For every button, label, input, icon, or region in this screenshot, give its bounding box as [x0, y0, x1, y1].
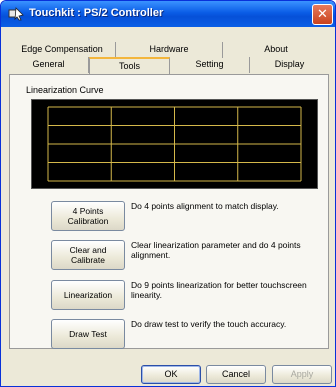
cancel-button[interactable]: Cancel: [206, 365, 266, 384]
tab-edge-compensation[interactable]: Edge Compensation: [9, 42, 116, 58]
action-row-clear-calibrate: Clear and Calibrate Clear linearization …: [51, 240, 321, 270]
tab-setting[interactable]: Setting: [170, 57, 250, 73]
tab-hardware[interactable]: Hardware: [116, 42, 223, 58]
action-row-draw-test: Draw Test Do draw test to verify the tou…: [51, 319, 321, 349]
action-row-4-points: 4 Points Calibration Do 4 points alignme…: [51, 201, 321, 231]
close-icon: ✕: [317, 6, 328, 21]
four-points-calibration-button[interactable]: 4 Points Calibration: [51, 201, 125, 231]
touchkit-window: Touchkit : PS/2 Controller ✕ Edge Compen…: [0, 0, 336, 387]
linearization-grid: [47, 106, 302, 182]
tab-about[interactable]: About: [223, 42, 329, 58]
draw-test-description: Do draw test to verify the touch accurac…: [131, 319, 287, 329]
tab-tools[interactable]: Tools: [89, 57, 170, 74]
window-title: Touchkit : PS/2 Controller: [29, 7, 164, 19]
title-bar[interactable]: Touchkit : PS/2 Controller ✕: [1, 1, 335, 27]
tab-general[interactable]: General: [9, 57, 89, 73]
action-row-linearization: Linearization Do 9 points linearization …: [51, 280, 321, 310]
touchkit-app-icon: [8, 7, 24, 21]
clear-and-calibrate-button[interactable]: Clear and Calibrate: [51, 240, 125, 270]
linearization-button[interactable]: Linearization: [51, 280, 125, 310]
ok-button[interactable]: OK: [141, 365, 201, 384]
clear-and-calibrate-description: Clear linearization parameter and do 4 p…: [131, 240, 301, 260]
close-button[interactable]: ✕: [312, 4, 333, 25]
apply-button[interactable]: Apply: [272, 365, 332, 384]
tab-row-top: Edge Compensation Hardware About: [9, 42, 329, 58]
tab-display[interactable]: Display: [250, 57, 329, 73]
linearization-curve-label: Linearization Curve: [26, 85, 104, 95]
draw-test-button[interactable]: Draw Test: [51, 319, 125, 349]
four-points-calibration-description: Do 4 points alignment to match display.: [131, 201, 279, 211]
linearization-description: Do 9 points linearization for better tou…: [131, 280, 307, 300]
linearization-curve-display: [31, 99, 318, 189]
tab-row-bottom: General Tools Setting Display: [9, 57, 329, 74]
